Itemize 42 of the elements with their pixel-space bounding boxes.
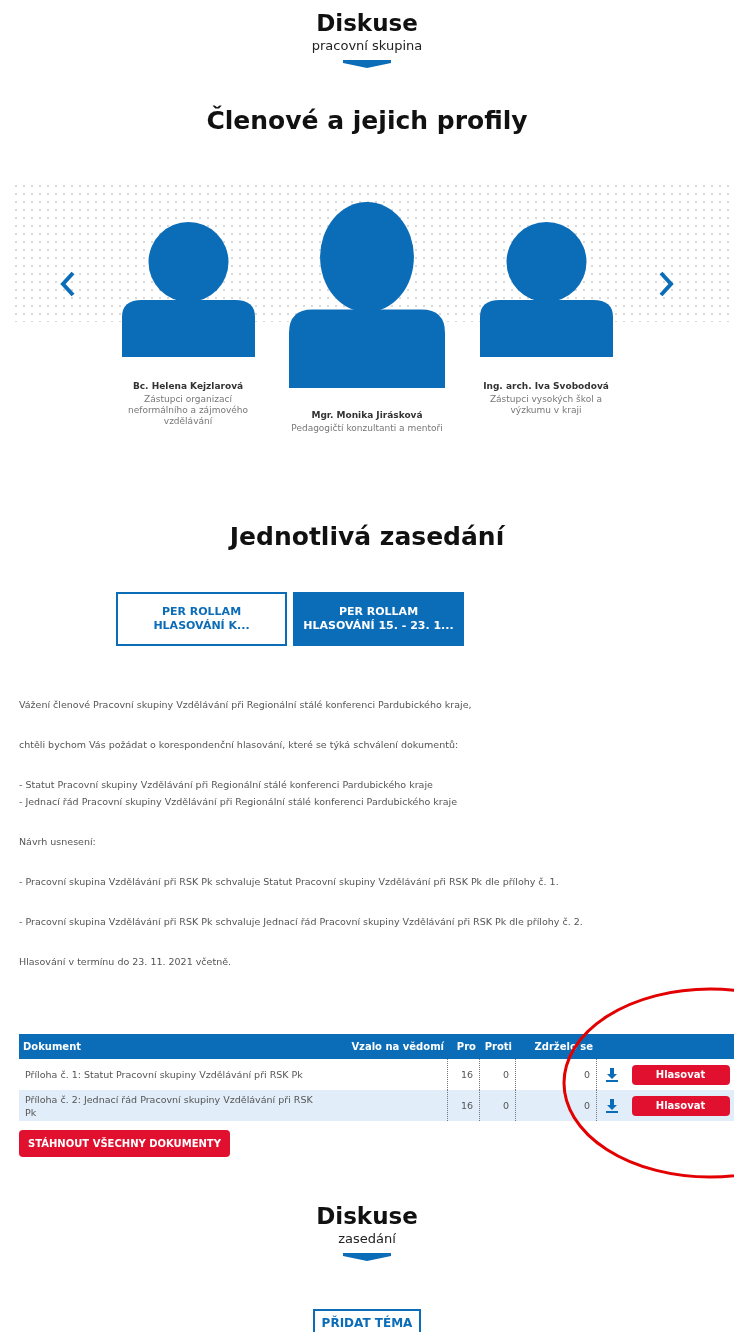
message-paragraph: - Statut Pracovní skupiny Vzdělávání při Regionální stálé konferenci Pardubického kraje - Jednací řád Pracovní skupiny Vzdělávání při Regionální stálé konferenci Pardubického kraje (19, 778, 458, 809)
member-role: Zástupci organizací neformálního a zájmového vzdělávání (127, 394, 249, 427)
document-name: Příloha č. 2: Jednací řád Pracovní skupiny Vzdělávání při RSK Pk (19, 1090, 448, 1121)
column-header: Vzalo na vědomí (350, 1041, 445, 1052)
chevron-right-icon[interactable] (658, 270, 676, 298)
member-name: Bc. Helena Kejzlarová (132, 381, 244, 391)
chevron-down-icon (343, 1253, 391, 1261)
message-paragraph: Vážení členové Pracovní skupiny Vzdělávání při Regionální stálé konferenci Pardubického kraje, (19, 698, 473, 712)
member-role: Pedagogičtí konzultanti a mentoři (290, 423, 444, 434)
message-paragraph: Návrh usnesení: (19, 835, 97, 849)
table-cell: 0 (480, 1090, 516, 1121)
section-title: Diskuse (316, 9, 418, 38)
download-icon[interactable] (606, 1098, 618, 1113)
section-heading: Členové a jejich profily (205, 106, 529, 136)
download-icon[interactable] (606, 1067, 618, 1082)
section-heading: Jednotlivá zasedání (227, 522, 506, 552)
avatar-silhouette-icon (479, 222, 613, 357)
chevron-left-icon[interactable] (58, 270, 76, 298)
section-subtitle: pracovní skupina (311, 38, 423, 54)
download-all-button[interactable]: STÁHNOUT VŠECHNY DOKUMENTY (19, 1130, 230, 1157)
table-cell: 16 (448, 1090, 480, 1121)
section-title: Diskuse (316, 1202, 418, 1231)
message-paragraph: - Pracovní skupina Vzdělávání při RSK Pk schvaluje Statut Pracovní skupiny Vzdělávání při RSK Pk dle přílohy č. 1. (19, 875, 560, 889)
member-role: Zástupci vysokých škol a výzkumu v kraji (488, 394, 604, 416)
member-name: Mgr. Monika Jirásková (311, 410, 423, 420)
message-paragraph: Hlasování v termínu do 23. 11. 2021 včetně. (19, 955, 232, 969)
message-paragraph: - Pracovní skupina Vzdělávání při RSK Pk schvaluje Jednací řád Pracovní skupiny Vzdělávání při RSK Pk dle přílohy č. 2. (19, 915, 584, 929)
add-topic-button[interactable]: PŘIDAT TÉMA (312, 1309, 422, 1332)
vote-button[interactable]: Hlasovat (631, 1064, 730, 1085)
avatar-silhouette-icon (289, 202, 445, 388)
vote-button[interactable]: Hlasovat (631, 1095, 730, 1116)
column-header: Pro (455, 1041, 477, 1052)
avatar-silhouette-icon (121, 222, 255, 357)
meeting-tab[interactable]: PER ROLLAM HLASOVÁNÍ K... (116, 592, 287, 646)
message-paragraph: chtěli bychom Vás požádat o korespondenční hlasování, které se týká schválení dokumentů: (19, 738, 460, 752)
chevron-down-icon (343, 60, 391, 68)
meeting-tab[interactable]: PER ROLLAM HLASOVÁNÍ 15. - 23. 1... (293, 592, 464, 646)
column-header: Proti (483, 1041, 513, 1052)
table-cell: 0 (516, 1090, 597, 1121)
section-subtitle: zasedání (338, 1231, 396, 1247)
column-header: Dokument (22, 1041, 83, 1052)
member-name: Ing. arch. Iva Svobodová (483, 381, 609, 391)
